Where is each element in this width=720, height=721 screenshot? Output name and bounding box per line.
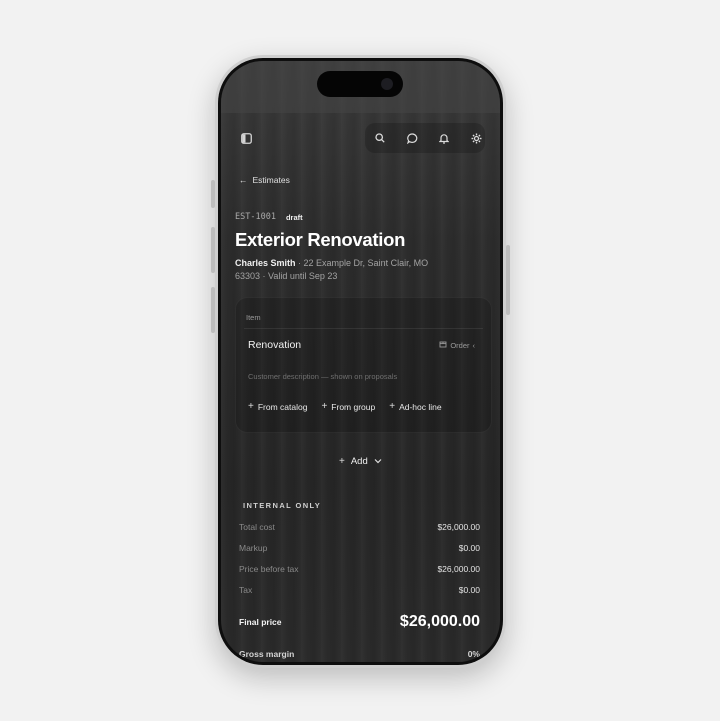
from-group-label: From group bbox=[331, 401, 376, 412]
estimate-code: EST-1001 bbox=[235, 212, 276, 222]
gross-margin-value: 0% bbox=[467, 649, 480, 659]
tax-row: Tax $0.00 bbox=[239, 585, 480, 595]
chevron-down-icon bbox=[374, 456, 382, 467]
tax-value: $0.00 bbox=[458, 585, 480, 595]
status-badge: draft bbox=[285, 212, 303, 222]
markup-label: Markup bbox=[239, 543, 268, 553]
add-label: Add bbox=[350, 456, 368, 467]
search-icon[interactable] bbox=[369, 127, 391, 149]
ad-hoc-line-button[interactable]: + Ad-hoc line bbox=[389, 401, 441, 412]
action-button bbox=[211, 180, 215, 208]
volume-down-button bbox=[211, 287, 215, 333]
chevron-left-icon: ‹ bbox=[472, 340, 476, 350]
arrow-left-icon: ← bbox=[239, 175, 248, 185]
page-title: Exterior Renovation bbox=[235, 229, 406, 250]
price-before-tax-label: Price before tax bbox=[239, 564, 299, 574]
total-cost-label: Total cost bbox=[239, 522, 275, 532]
add-line-actions: + From catalog + From group + Ad-hoc lin… bbox=[248, 401, 442, 412]
back-link-label: Estimates bbox=[252, 175, 290, 185]
from-catalog-button[interactable]: + From catalog bbox=[248, 401, 307, 412]
bell-icon[interactable] bbox=[433, 127, 455, 149]
sidebar-icon[interactable] bbox=[235, 127, 257, 149]
plus-icon: + bbox=[321, 401, 328, 412]
markup-row: Markup $0.00 bbox=[239, 543, 480, 553]
plus-icon: + bbox=[389, 401, 396, 412]
total-cost-value: $26,000.00 bbox=[437, 522, 480, 532]
ad-hoc-line-label: Ad-hoc line bbox=[399, 401, 442, 412]
description-input[interactable]: Customer description — shown on proposal… bbox=[248, 372, 397, 381]
total-cost-row: Total cost $26,000.00 bbox=[239, 522, 480, 532]
markup-value: $0.00 bbox=[458, 543, 480, 553]
final-price-row: Final price $26,000.00 bbox=[239, 613, 480, 631]
estimate-details: Charles Smith · 22 Example Dr, Saint Cla… bbox=[235, 257, 455, 283]
customer-name[interactable]: Charles Smith bbox=[235, 258, 296, 268]
divider bbox=[244, 328, 483, 329]
from-group-button[interactable]: + From group bbox=[321, 401, 375, 412]
tax-label: Tax bbox=[239, 585, 253, 595]
final-price-label: Final price bbox=[239, 617, 282, 627]
phone-frame: ← Estimates EST-1001 draft Exterior Reno… bbox=[211, 55, 510, 668]
box-icon bbox=[439, 340, 447, 350]
back-to-estimates-link[interactable]: ← Estimates bbox=[239, 175, 290, 185]
volume-up-button bbox=[211, 227, 215, 273]
gear-icon[interactable] bbox=[465, 127, 487, 149]
gross-margin-label: Gross margin bbox=[239, 649, 295, 659]
estimate-meta-row: EST-1001 draft bbox=[235, 212, 303, 222]
dynamic-island bbox=[317, 71, 403, 97]
power-button bbox=[506, 245, 510, 315]
gross-margin-row: Gross margin 0% bbox=[239, 649, 480, 659]
price-before-tax-value: $26,000.00 bbox=[437, 564, 480, 574]
line-items-card: Item Renovation Order ‹ Customer descrip… bbox=[235, 297, 492, 433]
order-label: Order bbox=[450, 340, 470, 350]
plus-icon: + bbox=[339, 456, 345, 467]
item-column-header: Item bbox=[246, 313, 261, 322]
from-catalog-label: From catalog bbox=[257, 401, 308, 412]
app-toolbar bbox=[221, 123, 500, 153]
plus-icon: + bbox=[248, 401, 254, 412]
add-dropdown-button[interactable]: + Add bbox=[339, 456, 382, 467]
final-price-value: $26,000.00 bbox=[399, 613, 480, 630]
price-before-tax-row: Price before tax $26,000.00 bbox=[239, 564, 480, 574]
app-screen: ← Estimates EST-1001 draft Exterior Reno… bbox=[221, 61, 500, 662]
chat-icon[interactable] bbox=[401, 127, 423, 149]
internal-only-heading: INTERNAL ONLY bbox=[243, 501, 322, 510]
item-name-field[interactable]: Renovation bbox=[248, 339, 301, 351]
order-control[interactable]: Order ‹ bbox=[439, 340, 475, 350]
